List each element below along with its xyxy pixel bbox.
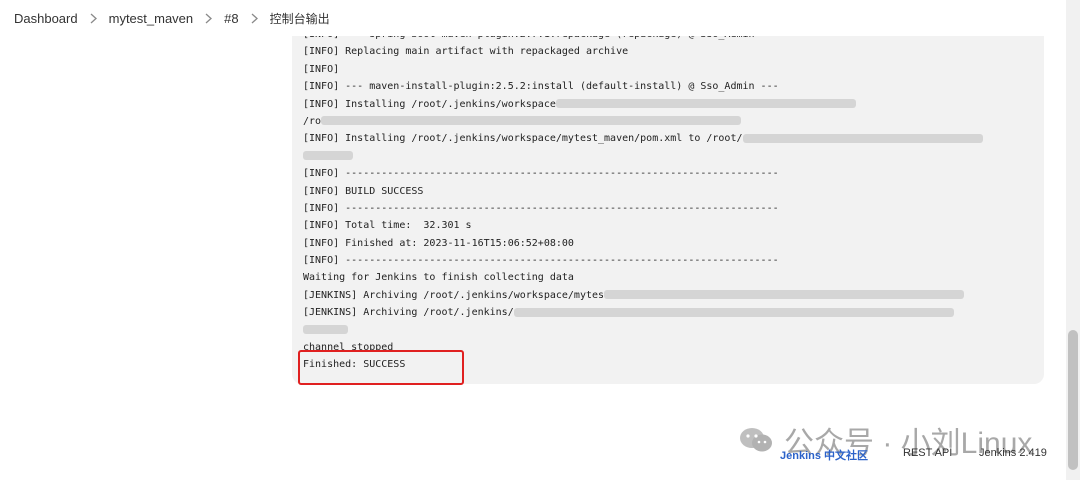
console-line: [INFO] ---------------------------------… [303,165,1044,182]
chevron-right-icon [251,13,258,24]
console-line-text: [INFO] BUILD SUCCESS [303,185,424,197]
breadcrumb-dashboard[interactable]: Dashboard [14,11,78,26]
console-line-text: [INFO] ---------------------------------… [303,168,779,180]
console-line-text: /ro [303,115,322,127]
console-line-text: [INFO] Total time: 32.301 s [303,220,472,232]
console-line-text: [INFO] ---------------------------------… [303,255,779,267]
console-line-text: [INFO] Finished at: 2023-11-16T15:06:52+… [303,237,574,249]
redacted-text [513,307,954,317]
jenkins-community-link[interactable]: Jenkins 中文社区 [780,447,868,463]
chevron-right-icon [90,13,97,24]
redacted-text [321,116,742,126]
console-line: /ro [303,113,1044,130]
console-line: [JENKINS] Archiving /root/.jenkins/ [303,304,1044,321]
redacted-text [303,325,348,335]
redacted-text [742,133,983,143]
console-line: [INFO] --- maven-install-plugin:2.5.2:in… [303,78,1044,95]
console-line-text: [INFO] ---------------------------------… [303,202,779,214]
breadcrumb: Dashboard mytest_maven #8 控制台输出 [0,0,1066,36]
console-line: [INFO] Installing /root/.jenkins/workspa… [303,96,1044,113]
console-line: [INFO] Total time: 32.301 s [303,217,1044,234]
console-line [303,322,1044,339]
breadcrumb-console-output[interactable]: 控制台输出 [270,10,330,27]
redacted-text [555,99,856,109]
wechat-icon [740,428,772,452]
console-line-text: Waiting for Jenkins to finish collecting… [303,272,574,284]
console-line: Waiting for Jenkins to finish collecting… [303,269,1044,286]
console-output-panel: [INFO] --- spring-boot-maven-plugin:2.7.… [292,0,1044,384]
scrollbar[interactable] [1066,0,1080,480]
console-line: [INFO] [303,61,1044,78]
highlight-box [298,350,464,385]
breadcrumb-job[interactable]: mytest_maven [109,11,194,26]
console-line: [JENKINS] Archiving /root/.jenkins/works… [303,287,1044,304]
breadcrumb-build[interactable]: #8 [224,11,238,26]
console-line-text: [INFO] Installing /root/.jenkins/workspa… [303,133,743,145]
console-output: [INFO] --- spring-boot-maven-plugin:2.7.… [292,0,1044,374]
console-line-text: [INFO] [303,63,340,75]
console-line-text: [JENKINS] Archiving /root/.jenkins/ [303,307,514,319]
console-line-text: [JENKINS] Archiving /root/.jenkins/works… [303,289,605,301]
redacted-text [604,290,965,300]
jenkins-version-link[interactable]: Jenkins 2.419 [979,447,1047,459]
console-line: [INFO] Finished at: 2023-11-16T15:06:52+… [303,235,1044,252]
console-line-text: [INFO] --- maven-install-plugin:2.5.2:in… [303,81,779,93]
chevron-right-icon [205,13,213,24]
console-line: [INFO] ---------------------------------… [303,252,1044,269]
console-line [303,148,1044,165]
console-line: [INFO] ---------------------------------… [303,200,1044,217]
console-line-text: [INFO] Installing /root/.jenkins/workspa… [303,98,556,110]
rest-api-link[interactable]: REST API [903,447,952,459]
redacted-text [303,151,353,161]
scrollbar-thumb[interactable] [1068,330,1078,470]
console-line: [INFO] Installing /root/.jenkins/workspa… [303,130,1044,147]
console-line: [INFO] BUILD SUCCESS [303,183,1044,200]
console-line: [INFO] Replacing main artifact with repa… [303,43,1044,60]
console-line-text: [INFO] Replacing main artifact with repa… [303,46,629,58]
